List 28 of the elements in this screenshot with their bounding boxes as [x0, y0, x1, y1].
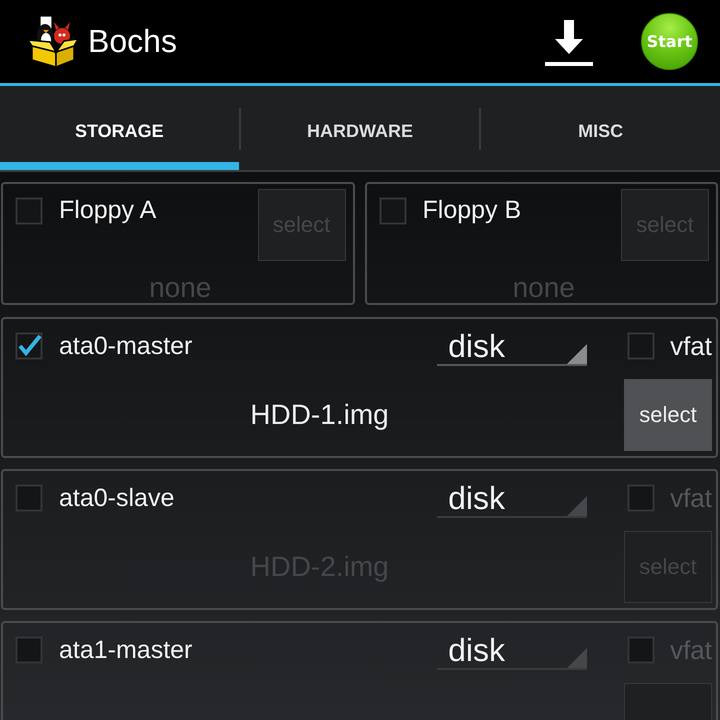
checkbox[interactable]: [15, 197, 43, 225]
vfat-label: vfat: [670, 483, 712, 513]
type-dropdown[interactable]: disk: [437, 328, 588, 366]
drive-label: ata0-master: [59, 331, 194, 361]
dropdown-corner-icon: [567, 344, 588, 364]
tab[interactable]: MISC: [481, 86, 720, 170]
dropdown-corner-icon: [567, 496, 588, 516]
vfat-checkbox[interactable]: [627, 484, 656, 512]
vfat-label: vfat: [670, 331, 712, 361]
drive-label: ata1-master: [59, 635, 194, 665]
floppy-label: Floppy A: [59, 195, 158, 225]
vfat-checkbox[interactable]: [627, 332, 656, 360]
checkbox[interactable]: [15, 484, 43, 512]
checkbox[interactable]: [15, 636, 43, 664]
checkbox[interactable]: [15, 332, 43, 360]
floppy-label: Floppy B: [422, 195, 522, 225]
type-dropdown[interactable]: disk: [437, 480, 588, 518]
file-name: HDD-1.img: [249, 400, 390, 430]
drive-label: ata0-slave: [59, 483, 176, 513]
type-dropdown[interactable]: disk: [437, 632, 588, 670]
app-title: Bochs: [88, 23, 177, 60]
dropdown-corner-icon: [567, 648, 588, 668]
select-button[interactable]: select: [624, 379, 712, 451]
vfat-checkbox[interactable]: [627, 636, 656, 664]
tab[interactable]: HARDWARE: [240, 86, 480, 170]
checkbox[interactable]: [378, 197, 406, 225]
download-icon[interactable]: [545, 20, 593, 66]
app-logo-icon: [28, 16, 78, 68]
